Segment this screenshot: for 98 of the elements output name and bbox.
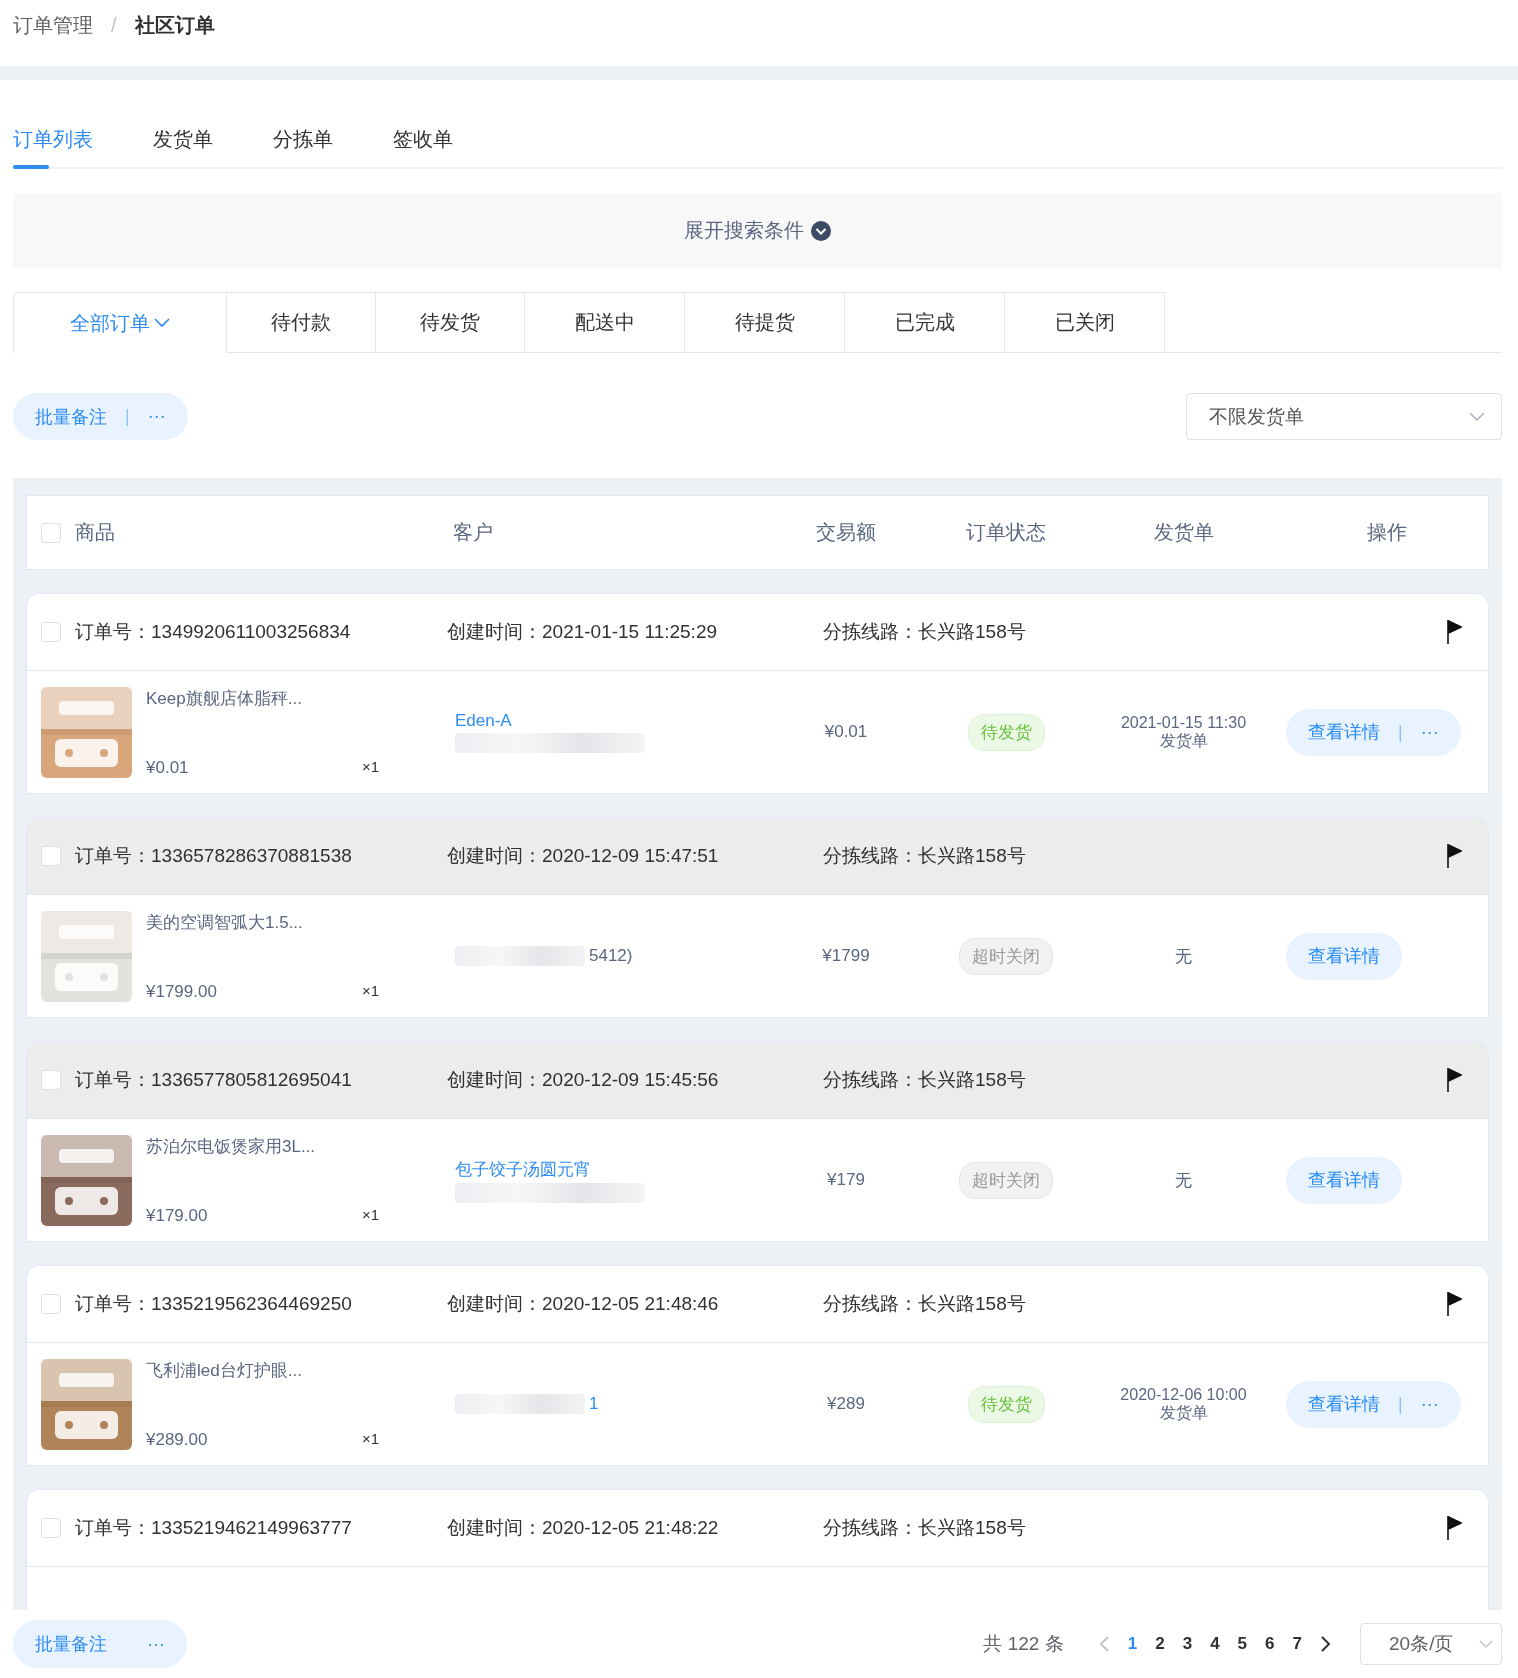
- order-number: 订单号：1335219462149963777: [75, 1516, 353, 1540]
- breadcrumb-item: 社区订单: [134, 12, 215, 38]
- product-price: ¥289.00: [146, 1429, 208, 1450]
- sorting-route: 分拣线路：长兴路158号: [823, 844, 1027, 868]
- order-number: 订单号：1336578286370881538: [75, 844, 353, 868]
- page-number[interactable]: 5: [1237, 1634, 1248, 1654]
- order-number: 订单号：1349920611003256834: [75, 620, 352, 644]
- page-number[interactable]: 6: [1265, 1634, 1275, 1654]
- status-tab[interactable]: 已关闭: [1005, 292, 1165, 353]
- expand-search-button[interactable]: 展开搜索条件: [683, 213, 832, 248]
- breadcrumb-item[interactable]: 订单管理: [13, 11, 93, 39]
- flag-icon[interactable]: [1446, 843, 1462, 869]
- customer-name[interactable]: 包子饺子汤圆元宵: [455, 1157, 761, 1181]
- breadcrumb-separator: /: [111, 13, 117, 37]
- view-details-button[interactable]: 查看详情: [1286, 932, 1402, 980]
- shipment-none: 无: [1175, 946, 1192, 966]
- customer-info: 5412): [589, 946, 633, 966]
- checkbox[interactable]: [41, 522, 61, 543]
- product-price: ¥1799.00: [146, 981, 217, 1002]
- status-tag: 待发货: [967, 1385, 1045, 1423]
- page-number[interactable]: 3: [1182, 1634, 1193, 1654]
- status-tab[interactable]: 已完成: [845, 292, 1005, 353]
- column-header: 商品: [75, 520, 115, 545]
- status-tab[interactable]: 待付款: [227, 292, 376, 353]
- page-number[interactable]: 2: [1155, 1634, 1165, 1654]
- tab[interactable]: 签收单: [393, 126, 453, 167]
- checkbox[interactable]: [41, 1070, 61, 1090]
- sorting-route: 分拣线路：长兴路158号: [823, 1516, 1027, 1540]
- order-number: 订单号：1336577805812695041: [75, 1068, 353, 1092]
- created-time: 创建时间：2020-12-05 21:48:46: [447, 1292, 720, 1316]
- product-name[interactable]: 苏泊尔电饭煲家用3L...: [146, 1134, 441, 1158]
- checkbox[interactable]: [41, 1518, 61, 1538]
- product-name[interactable]: Keep旗舰店体脂秤...: [146, 686, 441, 710]
- column-header: 订单状态: [966, 521, 1046, 543]
- created-time: 创建时间：2020-12-05 21:48:22: [447, 1516, 720, 1540]
- previous-page-icon[interactable]: [1097, 1635, 1110, 1653]
- column-header: 客户: [453, 521, 493, 543]
- created-time: 创建时间：2021-01-15 11:25:29: [447, 620, 719, 644]
- shipment-filter-select[interactable]: 不限发货单: [1186, 393, 1502, 440]
- product-price: ¥0.01: [146, 757, 189, 778]
- status-tag: 超时关闭: [959, 937, 1053, 975]
- product-quantity: ×1: [361, 757, 379, 777]
- checkbox[interactable]: [41, 846, 61, 866]
- column-header: 操作: [1367, 520, 1407, 545]
- flag-icon[interactable]: [1446, 1067, 1462, 1093]
- shipment-none: 无: [1175, 1170, 1192, 1190]
- page-size-select[interactable]: 20条/页: [1360, 1623, 1502, 1665]
- tab[interactable]: 分拣单: [273, 126, 333, 167]
- view-details-button[interactable]: 查看详情: [1286, 1156, 1402, 1204]
- chevron-down-icon: [809, 219, 832, 242]
- customer-name[interactable]: Eden-A: [455, 711, 761, 731]
- created-time: 创建时间：2020-12-09 15:45:56: [447, 1068, 720, 1092]
- flag-icon[interactable]: [1446, 619, 1462, 645]
- tab[interactable]: 发货单: [153, 126, 213, 167]
- checkbox[interactable]: [41, 622, 61, 642]
- caret-icon: [1469, 411, 1485, 422]
- sorting-route: 分拣线路：长兴路158号: [823, 1068, 1027, 1092]
- product-quantity: ×1: [361, 981, 379, 1001]
- shipment-time: 2021-01-15 11:30: [1120, 713, 1247, 732]
- tab[interactable]: 订单列表: [13, 126, 93, 167]
- sorting-route: 分拣线路：长兴路158号: [823, 1292, 1027, 1316]
- shipment-link[interactable]: 发货单: [1159, 732, 1208, 751]
- created-time: 创建时间：2020-12-09 15:47:51: [447, 844, 720, 868]
- view-details-button[interactable]: 查看详情 | ···: [1286, 708, 1461, 756]
- amount: ¥0.01: [824, 722, 868, 741]
- product-name[interactable]: 飞利浦led台灯护眼...: [146, 1358, 441, 1382]
- view-details-button[interactable]: 查看详情 | ···: [1286, 1380, 1461, 1428]
- sorting-route: 分拣线路：长兴路158号: [823, 620, 1027, 644]
- page-number[interactable]: 4: [1210, 1634, 1220, 1654]
- next-page-icon[interactable]: [1320, 1635, 1332, 1653]
- order-number: 订单号：1335219562364469250: [75, 1292, 353, 1316]
- column-header: 发货单: [1153, 521, 1214, 543]
- shipment-link[interactable]: 发货单: [1159, 1404, 1208, 1423]
- status-tag: 待发货: [967, 713, 1045, 751]
- status-tag: 超时关闭: [959, 1161, 1053, 1199]
- checkbox[interactable]: [41, 1294, 61, 1314]
- total-count: 共 122 条: [983, 1632, 1064, 1656]
- page-number[interactable]: 1: [1127, 1634, 1138, 1654]
- product-quantity: ×1: [361, 1429, 379, 1449]
- column-header: 交易额: [816, 521, 876, 543]
- amount: ¥1799: [822, 946, 870, 965]
- product-name[interactable]: 美的空调智弧大1.5...: [146, 910, 441, 934]
- amount: ¥179: [827, 1170, 865, 1189]
- status-tab[interactable]: 全部订单: [13, 292, 227, 353]
- batch-note-button[interactable]: 批量备注 ···: [13, 1620, 187, 1668]
- amount: ¥289: [827, 1394, 865, 1413]
- page-number[interactable]: 7: [1292, 1634, 1302, 1654]
- flag-icon[interactable]: [1446, 1291, 1462, 1317]
- caret-icon: [1479, 1639, 1493, 1649]
- status-tab[interactable]: 待提货: [685, 292, 845, 353]
- batch-note-button[interactable]: 批量备注 | ···: [13, 393, 188, 440]
- product-price: ¥179.00: [146, 1205, 208, 1226]
- shipment-time: 2020-12-06 10:00: [1120, 1385, 1247, 1404]
- status-tab[interactable]: 配送中: [525, 292, 685, 353]
- status-tab[interactable]: 待发货: [376, 292, 525, 353]
- flag-icon[interactable]: [1446, 1515, 1462, 1541]
- product-quantity: ×1: [361, 1205, 379, 1225]
- customer-info: 1: [589, 1394, 599, 1414]
